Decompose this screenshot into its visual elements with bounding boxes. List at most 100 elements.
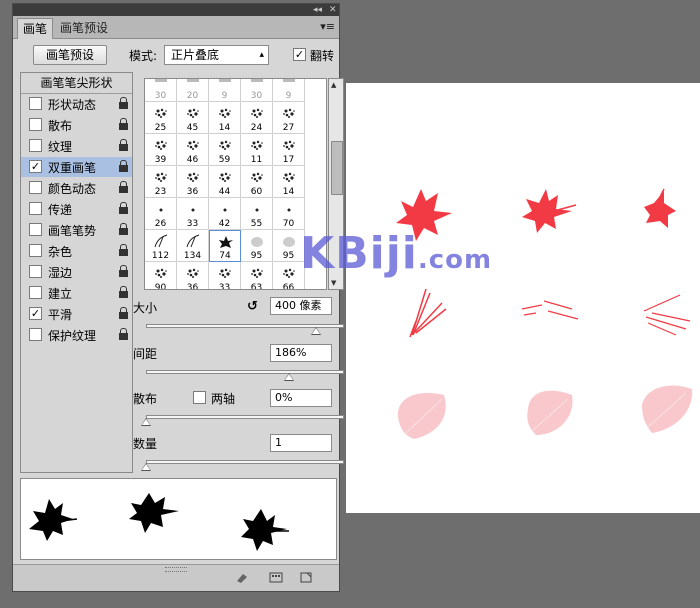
- brush-tip-cell[interactable]: 63: [241, 262, 273, 289]
- spacing-input[interactable]: 186%: [270, 344, 332, 362]
- size-input[interactable]: 400 像素: [270, 297, 332, 315]
- brush-tip-cell[interactable]: 14: [273, 166, 305, 198]
- lock-icon[interactable]: [119, 202, 128, 214]
- brush-tip-cell[interactable]: 33: [177, 198, 209, 230]
- sidebar-item[interactable]: 散布: [21, 115, 132, 135]
- spacing-slider-thumb[interactable]: [283, 373, 294, 381]
- sidebar-item-label: 散布: [48, 119, 73, 133]
- collapse-panel-icon[interactable]: ◂◂: [313, 4, 322, 16]
- brush-tip-cell[interactable]: 39: [145, 134, 177, 166]
- create-new-brush-icon[interactable]: [299, 571, 313, 583]
- sidebar-item[interactable]: 画笔笔势: [21, 220, 132, 240]
- sidebar-item[interactable]: 保护纹理: [21, 325, 132, 345]
- scroll-thumb[interactable]: [331, 141, 343, 195]
- brush-tip-cell[interactable]: 59: [209, 134, 241, 166]
- brush-tip-cell[interactable]: 70: [273, 198, 305, 230]
- brush-tip-cell[interactable]: 14: [209, 102, 241, 134]
- lock-icon[interactable]: [119, 139, 128, 151]
- lock-icon[interactable]: [119, 181, 128, 193]
- brush-tip-cell[interactable]: 74: [209, 230, 241, 262]
- lock-icon[interactable]: [119, 97, 128, 109]
- lock-icon[interactable]: [119, 307, 128, 319]
- sidebar-item[interactable]: 传递: [21, 199, 132, 219]
- brush-tip-cell[interactable]: 46: [177, 134, 209, 166]
- brush-tip-cell[interactable]: 30: [241, 79, 273, 102]
- document-canvas[interactable]: [346, 83, 700, 513]
- brush-tip-cell[interactable]: 25: [145, 102, 177, 134]
- toggle-live-tip-icon[interactable]: [235, 571, 249, 583]
- brush-presets-button[interactable]: 画笔预设: [33, 45, 107, 65]
- sidebar-item[interactable]: 杂色: [21, 241, 132, 261]
- sidebar-item[interactable]: ✓ 双重画笔: [21, 157, 132, 177]
- brush-tip-cell[interactable]: 9: [209, 79, 241, 102]
- sidebar-item-brush-tip-shape[interactable]: 画笔笔尖形状: [21, 73, 132, 94]
- mode-select[interactable]: 正片叠底 ▴: [164, 45, 269, 65]
- scatter-slider-thumb[interactable]: [141, 418, 151, 426]
- reset-size-icon[interactable]: ↺: [247, 299, 258, 314]
- brush-tip-cell[interactable]: 27: [273, 102, 305, 134]
- count-slider[interactable]: [146, 460, 344, 464]
- sidebar-item-checkbox[interactable]: [29, 265, 42, 278]
- count-input[interactable]: 1: [270, 434, 332, 452]
- brush-tip-cell[interactable]: 20: [177, 79, 209, 102]
- tab-brush-presets[interactable]: 画笔预设: [55, 18, 113, 38]
- close-panel-icon[interactable]: ✕: [329, 4, 337, 16]
- lock-icon[interactable]: [119, 265, 128, 277]
- brush-tip-cell[interactable]: 60: [241, 166, 273, 198]
- brush-tip-cell[interactable]: 36: [177, 262, 209, 289]
- lock-icon[interactable]: [119, 328, 128, 340]
- brush-grid-view-icon[interactable]: [269, 571, 283, 583]
- size-slider-thumb[interactable]: [311, 327, 322, 335]
- sidebar-item-checkbox[interactable]: [29, 139, 42, 152]
- lock-icon[interactable]: [119, 160, 128, 172]
- brush-tip-cell[interactable]: 55: [241, 198, 273, 230]
- tab-brush[interactable]: 画笔: [17, 18, 54, 39]
- sidebar-item[interactable]: 形状动态: [21, 94, 132, 114]
- brush-tip-cell[interactable]: 17: [273, 134, 305, 166]
- sidebar-item-checkbox[interactable]: ✓: [29, 307, 42, 320]
- scatter-input[interactable]: 0%: [270, 389, 332, 407]
- both-axes-checkbox[interactable]: [193, 391, 206, 404]
- brush-tip-cell[interactable]: 33: [209, 262, 241, 289]
- sidebar-item-checkbox[interactable]: [29, 97, 42, 110]
- lock-icon[interactable]: [119, 286, 128, 298]
- lock-icon[interactable]: [119, 223, 128, 235]
- spacing-slider[interactable]: [146, 370, 344, 374]
- sidebar-item-checkbox[interactable]: [29, 286, 42, 299]
- sidebar-item[interactable]: 湿边: [21, 262, 132, 282]
- brush-tip-cell[interactable]: 9: [273, 79, 305, 102]
- sidebar-item[interactable]: 纹理: [21, 136, 132, 156]
- brush-tip-cell[interactable]: 11: [241, 134, 273, 166]
- brush-tip-cell[interactable]: 45: [177, 102, 209, 134]
- brush-tip-cell[interactable]: 23: [145, 166, 177, 198]
- brush-tip-cell[interactable]: 44: [209, 166, 241, 198]
- brush-tip-cell[interactable]: 134: [177, 230, 209, 262]
- resize-grip-icon[interactable]: [165, 567, 187, 572]
- brush-tip-cell[interactable]: 26: [145, 198, 177, 230]
- sidebar-item-checkbox[interactable]: ✓: [29, 160, 42, 173]
- sidebar-item-checkbox[interactable]: [29, 181, 42, 194]
- brush-tip-cell[interactable]: 36: [177, 166, 209, 198]
- sidebar-item[interactable]: 颜色动态: [21, 178, 132, 198]
- scroll-down-arrow-icon[interactable]: ▼: [331, 279, 336, 287]
- sidebar-item-checkbox[interactable]: [29, 118, 42, 131]
- lock-icon[interactable]: [119, 244, 128, 256]
- lock-icon[interactable]: [119, 118, 128, 130]
- brush-tip-cell[interactable]: 90: [145, 262, 177, 289]
- sidebar-item-checkbox[interactable]: [29, 328, 42, 341]
- sidebar-item-checkbox[interactable]: [29, 244, 42, 257]
- sidebar-item[interactable]: ✓ 平滑: [21, 304, 132, 324]
- scatter-slider[interactable]: [146, 415, 344, 419]
- count-slider-thumb[interactable]: [141, 463, 151, 471]
- sidebar-item-checkbox[interactable]: [29, 202, 42, 215]
- sidebar-item[interactable]: 建立: [21, 283, 132, 303]
- brush-tip-cell[interactable]: 112: [145, 230, 177, 262]
- brush-tip-cell[interactable]: 24: [241, 102, 273, 134]
- brush-tip-cell[interactable]: 42: [209, 198, 241, 230]
- brush-tip-cell[interactable]: 30: [145, 79, 177, 102]
- panel-menu-icon[interactable]: ▾≡: [320, 20, 335, 33]
- flip-checkbox[interactable]: ✓: [293, 48, 306, 61]
- scroll-up-arrow-icon[interactable]: ▲: [331, 81, 336, 89]
- sidebar-item-checkbox[interactable]: [29, 223, 42, 236]
- brush-tip-cell[interactable]: 95: [241, 230, 273, 262]
